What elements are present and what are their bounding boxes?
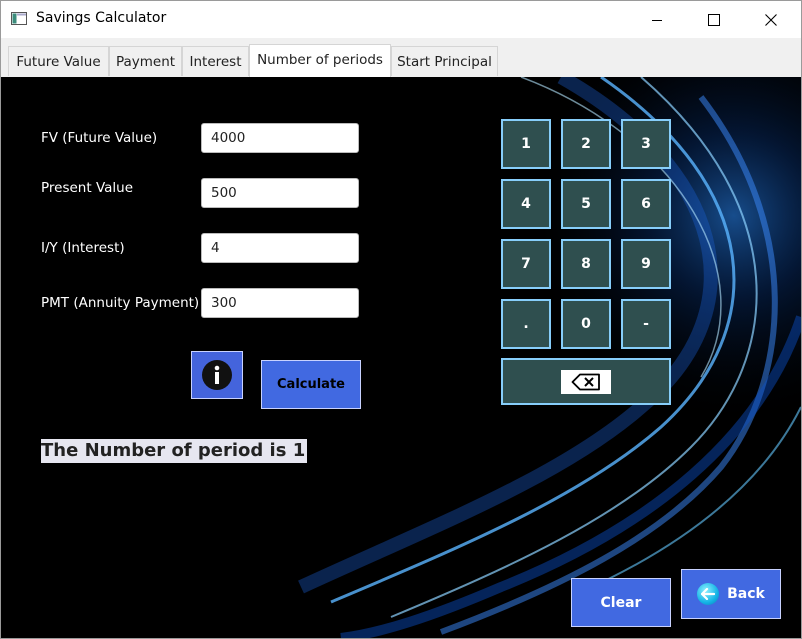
present-value-input[interactable] [201, 178, 359, 208]
info-icon [202, 360, 232, 390]
key-4[interactable]: 4 [501, 179, 551, 229]
maximize-icon [708, 13, 720, 26]
key-9[interactable]: 9 [621, 239, 671, 289]
key-7[interactable]: 7 [501, 239, 551, 289]
backspace-icon [571, 373, 600, 390]
backspace-icon-frame [561, 369, 611, 394]
key-0[interactable]: 0 [561, 299, 611, 349]
minimize-button[interactable] [628, 1, 686, 38]
arrow-left-icon [697, 583, 720, 605]
present-value-label: Present Value [41, 180, 134, 196]
key-3[interactable]: 3 [621, 119, 671, 169]
pmt-label: PMT (Annuity Payment) [41, 295, 200, 311]
result-text: The Number of period is 1 [41, 439, 308, 463]
tab-payment[interactable]: Payment [109, 46, 182, 76]
close-icon [765, 13, 777, 26]
info-button[interactable] [191, 351, 243, 399]
tab-future-value[interactable]: Future Value [8, 46, 109, 76]
fv-label: FV (Future Value) [41, 130, 158, 146]
window-title: Savings Calculator [36, 10, 167, 26]
minimize-icon [652, 19, 662, 21]
key-1[interactable]: 1 [501, 119, 551, 169]
key-decimal[interactable]: . [501, 299, 551, 349]
close-button[interactable] [742, 1, 800, 38]
key-2[interactable]: 2 [561, 119, 611, 169]
calculate-button[interactable]: Calculate [261, 360, 361, 409]
pmt-input[interactable] [201, 288, 359, 318]
tab-start-principal[interactable]: Start Principal [391, 46, 498, 76]
fv-input[interactable] [201, 123, 359, 153]
app-window-icon [11, 12, 27, 25]
back-label: Back [727, 586, 765, 602]
key-6[interactable]: 6 [621, 179, 671, 229]
key-5[interactable]: 5 [561, 179, 611, 229]
backspace-key[interactable] [501, 358, 671, 405]
background-swirl [1, 77, 801, 638]
clear-button[interactable]: Clear [571, 578, 671, 627]
tab-interest[interactable]: Interest [182, 46, 249, 76]
key-8[interactable]: 8 [561, 239, 611, 289]
tab-number-of-periods[interactable]: Number of periods [249, 44, 391, 77]
key-minus[interactable]: - [621, 299, 671, 349]
interest-label: I/Y (Interest) [41, 240, 125, 256]
calculator-panel: FV (Future Value) Present Value I/Y (Int… [1, 77, 801, 638]
title-bar: Savings Calculator [1, 1, 801, 38]
back-button[interactable]: Back [681, 569, 781, 619]
tab-bar: Future Value Payment Interest Number of … [1, 38, 801, 78]
interest-input[interactable] [201, 233, 359, 263]
app-window: Savings Calculator Future Value Payment … [0, 0, 802, 639]
maximize-button[interactable] [685, 1, 743, 38]
